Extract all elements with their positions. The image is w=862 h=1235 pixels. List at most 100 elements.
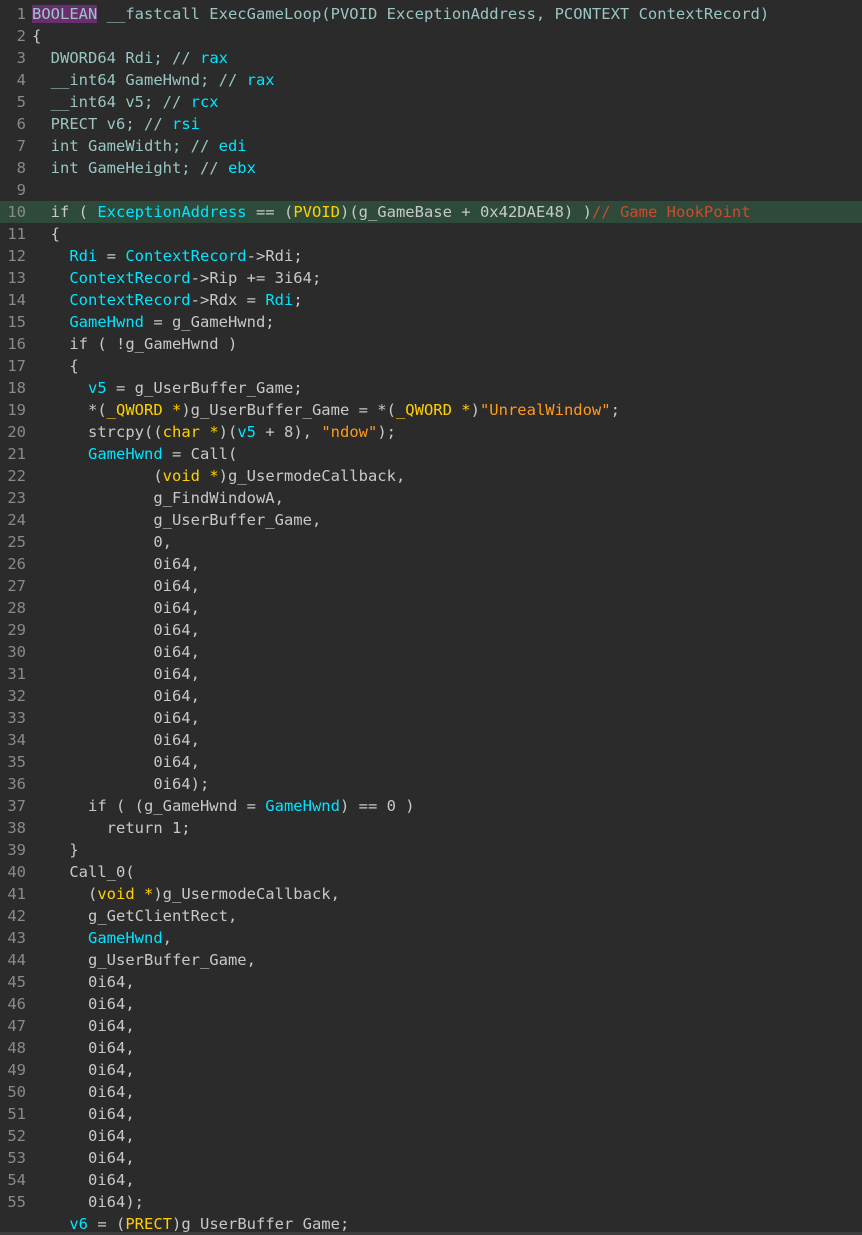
- code-text[interactable]: 0i64);: [32, 773, 209, 795]
- code-text[interactable]: 0i64,: [32, 1015, 135, 1037]
- code-line[interactable]: 20 strcpy((char *)(v5 + 8), "ndow");: [0, 421, 862, 443]
- code-text[interactable]: 0i64,: [32, 553, 200, 575]
- code-text[interactable]: 0i64,: [32, 993, 135, 1015]
- code-text[interactable]: (void *)g_UsermodeCallback,: [32, 465, 405, 487]
- code-text[interactable]: {: [32, 355, 78, 377]
- code-text[interactable]: *(_QWORD *)g_UserBuffer_Game = *(_QWORD …: [32, 399, 620, 421]
- code-text[interactable]: Call_0(: [32, 861, 134, 883]
- code-line[interactable]: 2{: [0, 25, 862, 47]
- code-text[interactable]: ContextRecord->Rdx = Rdi;: [32, 289, 302, 311]
- code-line[interactable]: 23 g_FindWindowA,: [0, 487, 862, 509]
- code-line[interactable]: 49 0i64,: [0, 1059, 862, 1081]
- code-text[interactable]: if ( ExceptionAddress == (PVOID)(g_GameB…: [32, 201, 751, 223]
- code-line[interactable]: 42 g_GetClientRect,: [0, 905, 862, 927]
- code-text[interactable]: PRECT v6; // rsi: [32, 113, 200, 135]
- code-line[interactable]: 21 GameHwnd = Call(: [0, 443, 862, 465]
- code-text[interactable]: g_UserBuffer_Game,: [32, 949, 256, 971]
- code-text[interactable]: strcpy((char *)(v5 + 8), "ndow");: [32, 421, 396, 443]
- code-line[interactable]: 7 int GameWidth; // edi: [0, 135, 862, 157]
- code-line[interactable]: 43 GameHwnd,: [0, 927, 862, 949]
- code-line[interactable]: 10 if ( ExceptionAddress == (PVOID)(g_Ga…: [0, 201, 862, 223]
- code-text[interactable]: if ( (g_GameHwnd = GameHwnd) == 0 ): [32, 795, 415, 817]
- code-line[interactable]: 8 int GameHeight; // ebx: [0, 157, 862, 179]
- code-editor[interactable]: 1 BOOLEAN __fastcall ExecGameLoop(PVOID E…: [0, 0, 862, 1235]
- code-line[interactable]: 11 {: [0, 223, 862, 245]
- code-line[interactable]: 12 Rdi = ContextRecord->Rdi;: [0, 245, 862, 267]
- code-line[interactable]: 35 0i64,: [0, 751, 862, 773]
- code-line[interactable]: 17 {: [0, 355, 862, 377]
- code-line[interactable]: 28 0i64,: [0, 597, 862, 619]
- code-line[interactable]: 44 g_UserBuffer_Game,: [0, 949, 862, 971]
- code-text[interactable]: 0i64,: [32, 597, 200, 619]
- code-line[interactable]: 18 v5 = g_UserBuffer_Game;: [0, 377, 862, 399]
- code-text[interactable]: 0i64,: [32, 663, 200, 685]
- code-text[interactable]: 0i64,: [32, 971, 135, 993]
- code-line[interactable]: 19 *(_QWORD *)g_UserBuffer_Game = *(_QWO…: [0, 399, 862, 421]
- code-text[interactable]: 0i64,: [32, 685, 200, 707]
- code-text[interactable]: __int64 v5; // rcx: [32, 91, 219, 113]
- code-line[interactable]: 46 0i64,: [0, 993, 862, 1015]
- code-line[interactable]: 16 if ( !g_GameHwnd ): [0, 333, 862, 355]
- code-line[interactable]: 22 (void *)g_UsermodeCallback,: [0, 465, 862, 487]
- code-text[interactable]: {: [32, 25, 41, 47]
- code-text[interactable]: 0i64,: [32, 751, 200, 773]
- code-line[interactable]: 27 0i64,: [0, 575, 862, 597]
- code-text[interactable]: 0i64,: [32, 729, 200, 751]
- code-line[interactable]: 31 0i64,: [0, 663, 862, 685]
- code-text[interactable]: {: [32, 223, 60, 245]
- code-text[interactable]: 0i64);: [32, 1191, 144, 1213]
- code-line[interactable]: 53 0i64,: [0, 1147, 862, 1169]
- code-text[interactable]: Rdi = ContextRecord->Rdi;: [32, 245, 302, 267]
- code-line[interactable]: 50 0i64,: [0, 1081, 862, 1103]
- code-text[interactable]: if ( !g_GameHwnd ): [32, 333, 237, 355]
- code-line[interactable]: 52 0i64,: [0, 1125, 862, 1147]
- code-text[interactable]: ContextRecord->Rip += 3i64;: [32, 267, 321, 289]
- code-line[interactable]: 30 0i64,: [0, 641, 862, 663]
- code-text[interactable]: 0i64,: [32, 1037, 135, 1059]
- code-line[interactable]: 13 ContextRecord->Rip += 3i64;: [0, 267, 862, 289]
- code-text[interactable]: }: [32, 839, 78, 861]
- code-line[interactable]: 45 0i64,: [0, 971, 862, 993]
- code-text[interactable]: DWORD64 Rdi; // rax: [32, 47, 228, 69]
- code-line[interactable]: 51 0i64,: [0, 1103, 862, 1125]
- code-text[interactable]: g_FindWindowA,: [32, 487, 284, 509]
- code-text[interactable]: 0i64,: [32, 619, 200, 641]
- code-text[interactable]: g_UserBuffer_Game,: [32, 509, 321, 531]
- code-line[interactable]: 54 0i64,: [0, 1169, 862, 1191]
- code-text[interactable]: __int64 GameHwnd; // rax: [32, 69, 275, 91]
- code-line[interactable]: 55 0i64);: [0, 1191, 862, 1213]
- code-line[interactable]: 47 0i64,: [0, 1015, 862, 1037]
- code-text[interactable]: 0i64,: [32, 1103, 135, 1125]
- code-text[interactable]: 0i64,: [32, 1125, 135, 1147]
- code-line[interactable]: 5 __int64 v5; // rcx: [0, 91, 862, 113]
- code-text[interactable]: GameHwnd,: [32, 927, 172, 949]
- code-line[interactable]: 14 ContextRecord->Rdx = Rdi;: [0, 289, 862, 311]
- code-line[interactable]: 38 return 1;: [0, 817, 862, 839]
- code-line[interactable]: 26 0i64,: [0, 553, 862, 575]
- code-line[interactable]: 3 DWORD64 Rdi; // rax: [0, 47, 862, 69]
- code-text[interactable]: BOOLEAN __fastcall ExecGameLoop(PVOID Ex…: [32, 3, 769, 25]
- code-line[interactable]: 40 Call_0(: [0, 861, 862, 883]
- code-text[interactable]: int GameHeight; // ebx: [32, 157, 256, 179]
- code-text[interactable]: 0i64,: [32, 1081, 135, 1103]
- code-text[interactable]: v5 = g_UserBuffer_Game;: [32, 377, 303, 399]
- code-line[interactable]: 32 0i64,: [0, 685, 862, 707]
- code-text[interactable]: 0i64,: [32, 707, 200, 729]
- code-line[interactable]: 1 BOOLEAN __fastcall ExecGameLoop(PVOID E…: [0, 3, 862, 25]
- code-line[interactable]: 37 if ( (g_GameHwnd = GameHwnd) == 0 ): [0, 795, 862, 817]
- code-text[interactable]: return 1;: [32, 817, 191, 839]
- code-text[interactable]: int GameWidth; // edi: [32, 135, 247, 157]
- code-text[interactable]: g_GetClientRect,: [32, 905, 237, 927]
- code-text[interactable]: GameHwnd = g_GameHwnd;: [32, 311, 274, 333]
- code-line[interactable]: 4 __int64 GameHwnd; // rax: [0, 69, 862, 91]
- code-text[interactable]: 0i64,: [32, 1147, 135, 1169]
- code-line[interactable]: 15 GameHwnd = g_GameHwnd;: [0, 311, 862, 333]
- code-line[interactable]: 25 0,: [0, 531, 862, 553]
- code-line[interactable]: 41 (void *)g_UsermodeCallback,: [0, 883, 862, 905]
- code-text[interactable]: 0i64,: [32, 641, 200, 663]
- code-text[interactable]: (void *)g_UsermodeCallback,: [32, 883, 340, 905]
- code-line[interactable]: 48 0i64,: [0, 1037, 862, 1059]
- code-line[interactable]: 24 g_UserBuffer_Game,: [0, 509, 862, 531]
- code-line[interactable]: 9: [0, 179, 862, 201]
- code-line[interactable]: 29 0i64,: [0, 619, 862, 641]
